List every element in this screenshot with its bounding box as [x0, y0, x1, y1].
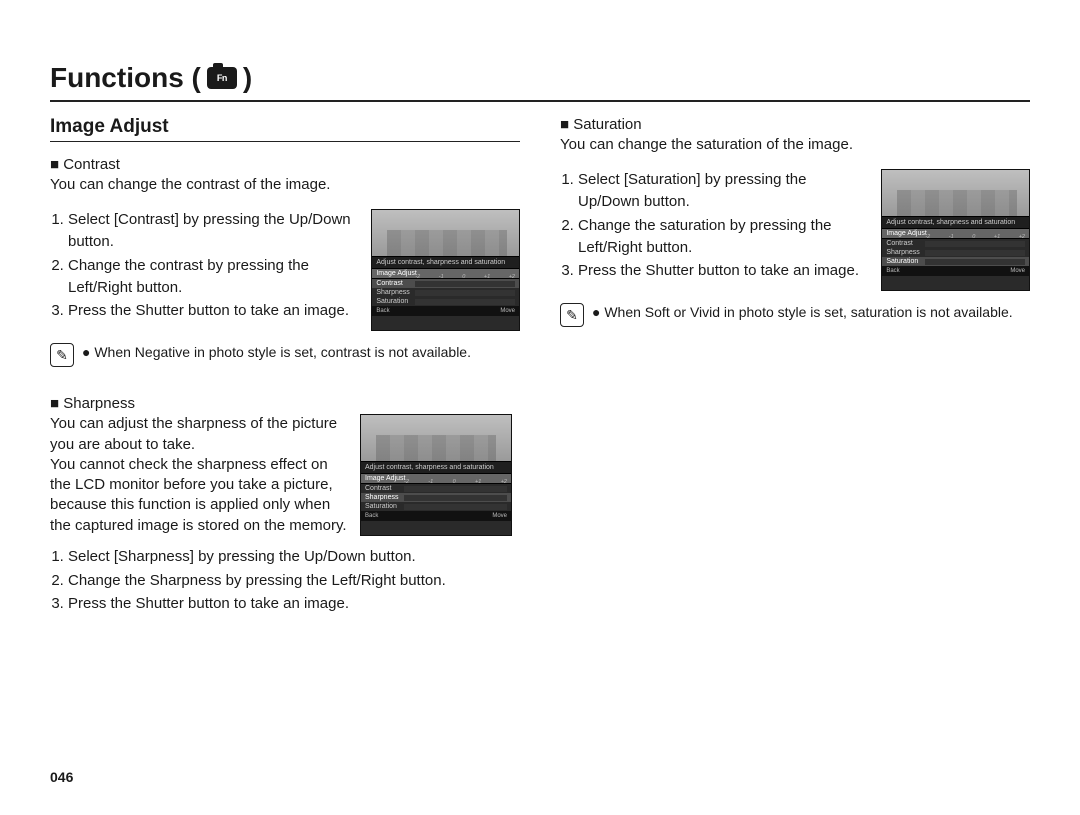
section-rule — [50, 141, 520, 142]
saturation-lcd-screenshot: Adjust contrast, sharpness and saturatio… — [881, 169, 1030, 291]
left-column: Image Adjust ■ Contrast You can change t… — [50, 116, 520, 643]
right-column: ■ Saturation You can change the saturati… — [560, 116, 1030, 643]
saturation-step-1: Select [Saturation] by pressing the Up/D… — [578, 169, 871, 213]
saturation-block: ■ Saturation You can change the saturati… — [560, 116, 1030, 327]
note-icon: ✎ — [50, 343, 74, 367]
page-number: 046 — [50, 769, 73, 785]
title-rule — [50, 100, 1030, 102]
contrast-desc: You can change the contrast of the image… — [50, 175, 520, 195]
section-title: Image Adjust — [50, 116, 520, 138]
contrast-block: ■ Contrast You can change the contrast o… — [50, 156, 520, 367]
contrast-heading: ■ Contrast — [50, 156, 520, 173]
sharpness-steps: Select [Sharpness] by pressing the Up/Do… — [50, 546, 508, 615]
contrast-step-1: Select [Contrast] by pressing the Up/Dow… — [68, 209, 361, 253]
saturation-step-3: Press the Shutter button to take an imag… — [578, 260, 871, 282]
title-suffix: ) — [243, 62, 252, 94]
contrast-step-2: Change the contrast by pressing the Left… — [68, 255, 361, 299]
sharpness-step-1: Select [Sharpness] by pressing the Up/Do… — [68, 546, 508, 568]
note-icon: ✎ — [560, 303, 584, 327]
saturation-desc: You can change the saturation of the ima… — [560, 135, 1030, 155]
contrast-note: ● When Negative in photo style is set, c… — [82, 343, 471, 363]
sharpness-heading: ■ Sharpness — [50, 395, 520, 412]
sharpness-block: ■ Sharpness You can adjust the sharpness… — [50, 395, 520, 615]
sharpness-desc1: You can adjust the sharpness of the pict… — [50, 414, 350, 455]
page-title: Functions ( Fn ) — [50, 62, 1030, 94]
saturation-note: ● When Soft or Vivid in photo style is s… — [592, 303, 1013, 323]
sharpness-step-3: Press the Shutter button to take an imag… — [68, 593, 508, 615]
contrast-lcd-screenshot: Adjust contrast, sharpness and saturatio… — [371, 209, 520, 331]
sharpness-lcd-screenshot: Adjust contrast, sharpness and saturatio… — [360, 414, 512, 536]
sharpness-step-2: Change the Sharpness by pressing the Lef… — [68, 570, 508, 592]
camera-fn-icon: Fn — [207, 67, 237, 89]
saturation-step-2: Change the saturation by pressing the Le… — [578, 215, 871, 259]
contrast-step-3: Press the Shutter button to take an imag… — [68, 300, 361, 322]
saturation-heading: ■ Saturation — [560, 116, 1030, 133]
title-prefix: Functions ( — [50, 62, 201, 94]
contrast-steps: Select [Contrast] by pressing the Up/Dow… — [50, 209, 361, 324]
sharpness-desc2: You cannot check the sharpness effect on… — [50, 455, 350, 536]
saturation-steps: Select [Saturation] by pressing the Up/D… — [560, 169, 871, 284]
